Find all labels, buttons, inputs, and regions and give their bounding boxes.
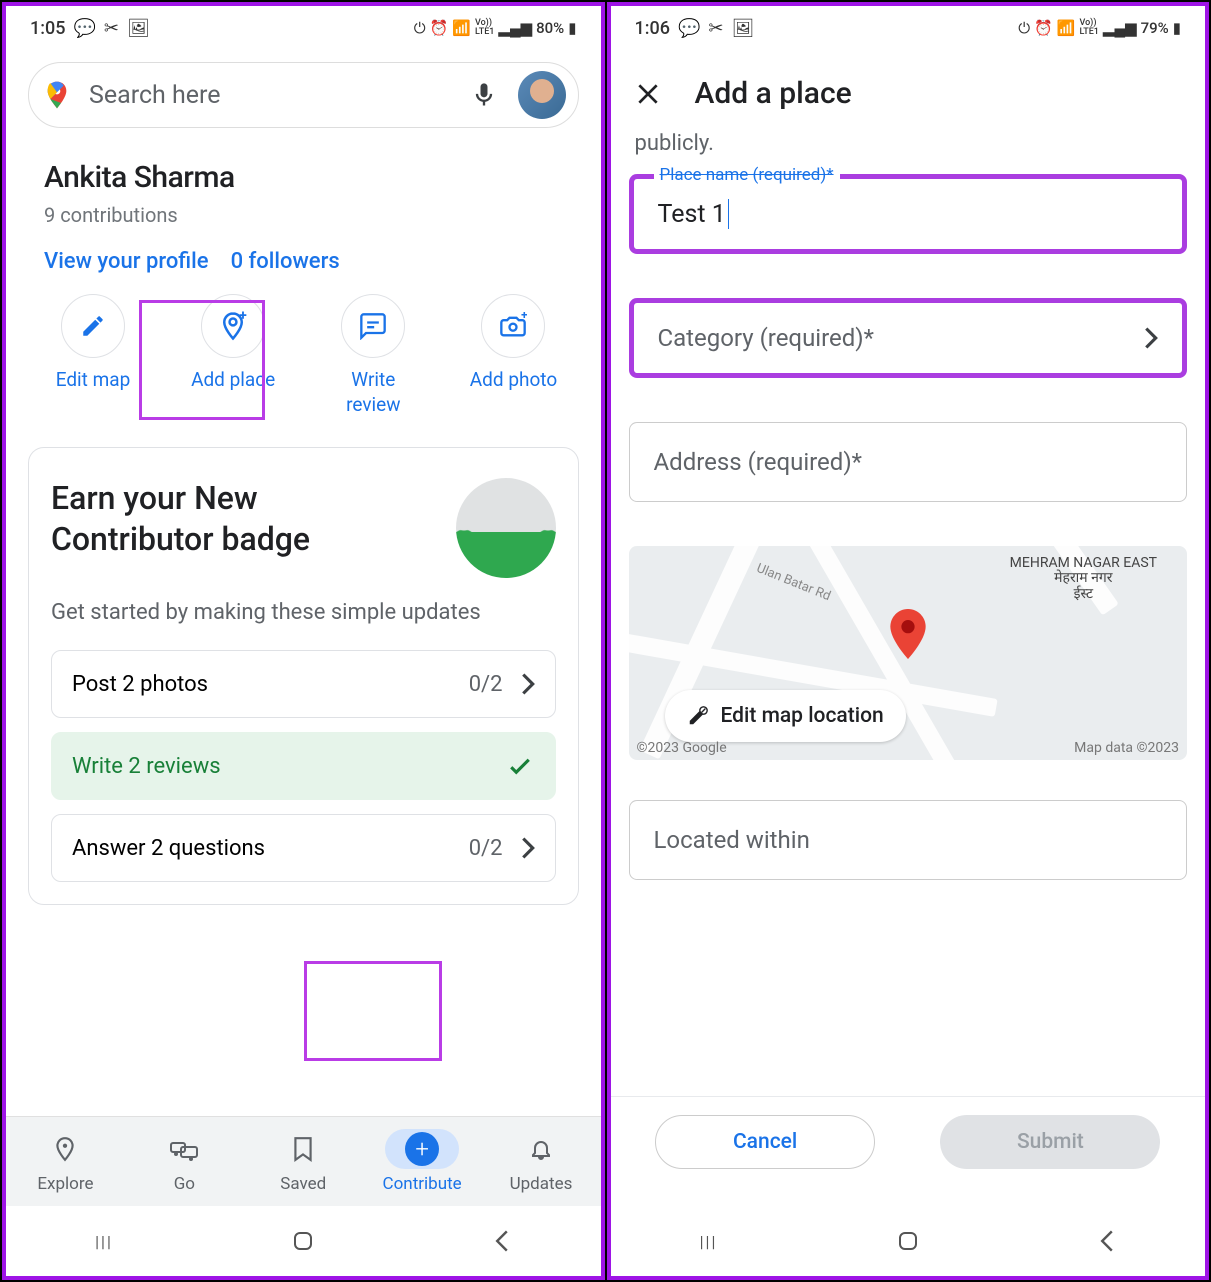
status-chat-icon: 💬 <box>678 18 700 39</box>
cancel-button[interactable]: Cancel <box>655 1115 875 1169</box>
task-write-reviews[interactable]: Write 2 reviews <box>51 732 556 800</box>
bottom-nav: Explore Go Saved + Contribute Updates <box>6 1116 601 1206</box>
publicly-text: publicly. <box>611 131 1206 156</box>
chevron-right-icon <box>1144 327 1158 349</box>
contributions-count: 9 contributions <box>44 203 563 227</box>
status-image-icon: 🖼 <box>127 18 150 39</box>
status-cut-icon: ✂ <box>708 18 723 39</box>
footer-buttons: Cancel Submit <box>611 1096 1206 1186</box>
status-bar: 1:06 💬 ✂ 🖼 ⏻ ⏰ 📶 Vo))LTE1 ▂▄▆ 79% ▮ <box>611 6 1206 50</box>
home-icon[interactable] <box>291 1229 315 1253</box>
nav-explore[interactable]: Explore <box>10 1129 120 1194</box>
nav-saved[interactable]: Saved <box>248 1129 358 1194</box>
status-signal-icon: ▂▄▆ <box>498 19 532 37</box>
status-battery-saver-icon: ⏻ <box>1018 19 1030 37</box>
task-answer-questions[interactable]: Answer 2 questions 0/2 <box>51 814 556 882</box>
phone-contribute-screen: 1:05 💬 ✂ 🖼 ⏻ ⏰ 📶 Vo))LTE1 ▂▄▆ 80% ▮ Sear… <box>2 2 605 1280</box>
add-place-button[interactable]: + Add place <box>178 294 288 417</box>
followers-link[interactable]: 0 followers <box>231 249 340 274</box>
check-icon <box>505 751 535 781</box>
android-system-nav: ||| <box>611 1206 1206 1276</box>
search-placeholder[interactable]: Search here <box>89 81 470 110</box>
close-icon[interactable] <box>635 81 661 107</box>
plus-icon: + <box>405 1132 439 1166</box>
place-name-label: Place name (required)* <box>654 165 840 185</box>
svg-text:+: + <box>522 312 528 322</box>
badge-card: Earn your New Contributor badge Get star… <box>28 447 579 905</box>
badge-icon <box>456 478 556 578</box>
place-name-value: Test 1 <box>658 200 726 229</box>
status-cut-icon: ✂ <box>104 18 119 39</box>
map-area-label: MEHRAM NAGAR EAST मेहराम नगर ईस्ट <box>1010 556 1157 602</box>
map-credit-left: ©2023 Google <box>637 740 727 756</box>
write-review-button[interactable]: Write review <box>318 294 428 417</box>
profile-avatar[interactable] <box>518 71 566 119</box>
recents-icon[interactable]: ||| <box>95 1232 113 1251</box>
add-photo-button[interactable]: + Add photo <box>458 294 568 417</box>
status-alarm-icon: ⏰ <box>430 19 449 37</box>
category-input[interactable]: Category (required)* <box>629 298 1188 378</box>
contribute-highlight <box>304 961 442 1061</box>
recents-icon[interactable]: ||| <box>700 1232 718 1251</box>
status-chat-icon: 💬 <box>73 18 95 39</box>
status-alarm-icon: ⏰ <box>1034 19 1053 37</box>
view-profile-link[interactable]: View your profile <box>44 249 209 274</box>
category-placeholder: Category (required)* <box>658 324 875 352</box>
place-name-input[interactable]: Place name (required)* Test 1 <box>629 174 1188 254</box>
status-battery-icon: ▮ <box>1173 19 1181 37</box>
edit-map-button[interactable]: Edit map <box>38 294 148 417</box>
status-image-icon: 🖼 <box>731 18 754 39</box>
map-credit-right: Map data ©2023 <box>1074 740 1179 756</box>
status-lte-icon: Vo))LTE1 <box>475 19 494 37</box>
chevron-right-icon <box>521 837 535 859</box>
located-within-placeholder: Located within <box>654 826 810 854</box>
map-pin-icon <box>890 609 926 657</box>
status-signal-icon: ▂▄▆ <box>1103 19 1137 37</box>
page-title: Add a place <box>695 76 852 111</box>
phone-add-place-screen: 1:06 💬 ✂ 🖼 ⏻ ⏰ 📶 Vo))LTE1 ▂▄▆ 79% ▮ Add … <box>607 2 1210 1280</box>
status-time: 1:06 <box>635 18 670 39</box>
nav-contribute[interactable]: + Contribute <box>367 1129 477 1194</box>
status-wifi-icon: 📶 <box>452 19 471 37</box>
badge-title: Earn your New Contributor badge <box>51 478 351 560</box>
status-wifi-icon: 📶 <box>1057 19 1076 37</box>
back-icon[interactable] <box>1098 1229 1116 1253</box>
status-bar: 1:05 💬 ✂ 🖼 ⏻ ⏰ 📶 Vo))LTE1 ▂▄▆ 80% ▮ <box>6 6 601 50</box>
search-bar[interactable]: Search here <box>28 62 579 128</box>
mic-icon[interactable] <box>470 81 498 109</box>
action-row: Edit map + Add place Write review + Add … <box>6 274 601 425</box>
android-system-nav: ||| <box>6 1206 601 1276</box>
badge-subtitle: Get started by making these simple updat… <box>51 598 556 628</box>
nav-updates[interactable]: Updates <box>486 1129 596 1194</box>
status-time: 1:05 <box>30 18 65 39</box>
status-lte-icon: Vo))LTE1 <box>1079 19 1098 37</box>
chevron-right-icon <box>521 673 535 695</box>
status-battery-percent: 80% <box>536 19 564 37</box>
status-battery-icon: ▮ <box>568 19 576 37</box>
home-icon[interactable] <box>896 1229 920 1253</box>
back-icon[interactable] <box>493 1229 511 1253</box>
svg-text:+: + <box>239 311 247 324</box>
status-battery-saver-icon: ⏻ <box>414 19 426 37</box>
edit-map-location-button[interactable]: Edit map location <box>665 690 906 742</box>
map-preview[interactable]: Ulan Batar Rd MEHRAM NAGAR EAST मेहराम न… <box>629 546 1188 760</box>
maps-logo-icon <box>41 79 73 111</box>
submit-button[interactable]: Submit <box>940 1115 1160 1169</box>
located-within-input[interactable]: Located within <box>629 800 1188 880</box>
add-place-header: Add a place <box>611 50 1206 131</box>
task-post-photos[interactable]: Post 2 photos 0/2 <box>51 650 556 718</box>
road-label: Ulan Batar Rd <box>754 562 832 605</box>
nav-go[interactable]: Go <box>129 1129 239 1194</box>
profile-section: Ankita Sharma 9 contributions View your … <box>6 140 601 274</box>
status-battery-percent: 79% <box>1141 19 1169 37</box>
profile-name: Ankita Sharma <box>44 160 563 195</box>
address-placeholder: Address (required)* <box>654 448 863 476</box>
address-input[interactable]: Address (required)* <box>629 422 1188 502</box>
